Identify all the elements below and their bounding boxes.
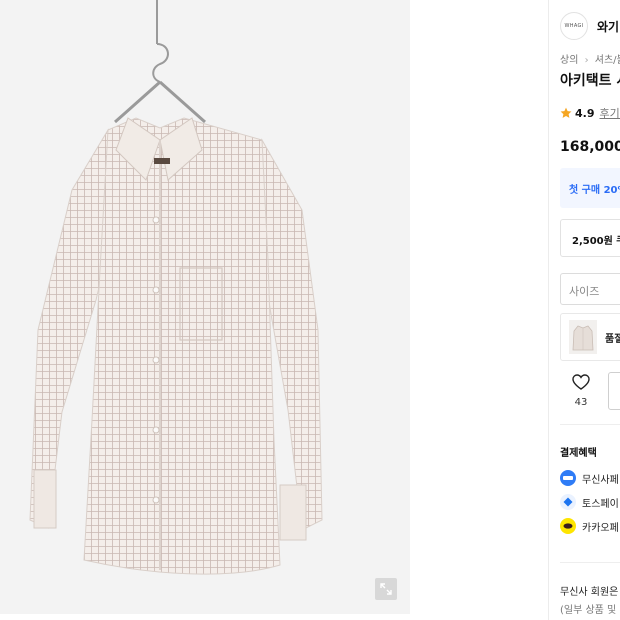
payment-benefit-label: 무신사페 (582, 474, 619, 486)
rating-value: 4.9 (575, 106, 595, 120)
toss-pay-icon (560, 494, 576, 510)
kakao-pay-icon (560, 518, 576, 534)
hanger (114, 0, 206, 124)
brand-logo-text: WHAGI (564, 23, 584, 29)
product-thumbnail (569, 320, 597, 354)
product-price: 168,000 (560, 139, 620, 155)
review-link[interactable]: 후기 1 (600, 105, 620, 121)
rating-row: 4.9 후기 1 (560, 105, 620, 121)
membership-text: 무신사 회원은 (560, 587, 619, 598)
breadcrumb: 상의 › 셔츠/블 (560, 51, 620, 66)
product-info-panel: WHAGI 와기 ( 상의 › 셔츠/블 아키택트 셔 4.9 후기 1 168… (560, 0, 620, 620)
soldout-product-card[interactable]: 품절 (560, 313, 620, 361)
product-image-shirt (29, 0, 323, 575)
expand-image-button[interactable] (375, 578, 397, 600)
shirt-thumbnail-icon (572, 325, 594, 351)
soldout-label: 품절 (605, 333, 620, 345)
payment-benefit-item[interactable]: 무신사페 (560, 470, 619, 486)
payment-benefits-title: 결제혜택 (560, 448, 597, 459)
star-icon (560, 107, 572, 118)
payment-benefit-item[interactable]: 토스페이 (560, 494, 619, 510)
section-divider (560, 424, 620, 425)
heart-icon (572, 374, 590, 390)
breadcrumb-separator-icon: › (584, 55, 589, 66)
product-title: 아키택트 셔 (560, 73, 620, 89)
first-purchase-promo[interactable]: 첫 구매 20% (560, 168, 620, 208)
section-divider (560, 562, 620, 563)
expand-icon (380, 583, 392, 595)
coupon-button[interactable]: 2,500원 쿠 (560, 219, 620, 257)
brand-row[interactable]: WHAGI 와기 ( (560, 12, 620, 40)
musinsa-pay-icon (560, 470, 576, 486)
brand-logo[interactable]: WHAGI (560, 12, 588, 40)
purchase-button[interactable] (608, 372, 620, 410)
payment-benefit-label: 카카오페 (582, 522, 619, 534)
payment-benefit-item[interactable]: 카카오페 (560, 518, 619, 534)
breadcrumb-item[interactable]: 상의 (560, 55, 578, 66)
size-select[interactable]: 사이즈 (560, 273, 620, 305)
panel-divider (548, 0, 549, 620)
like-count: 43 (574, 397, 588, 408)
payment-benefit-label: 토스페이 (582, 498, 619, 510)
brand-name[interactable]: 와기 ( (597, 18, 620, 35)
like-button[interactable]: 43 (566, 374, 596, 408)
breadcrumb-item[interactable]: 셔츠/블 (595, 55, 620, 66)
membership-subtext: (일부 상품 및 (560, 605, 617, 616)
product-image-gallery[interactable] (0, 0, 410, 614)
